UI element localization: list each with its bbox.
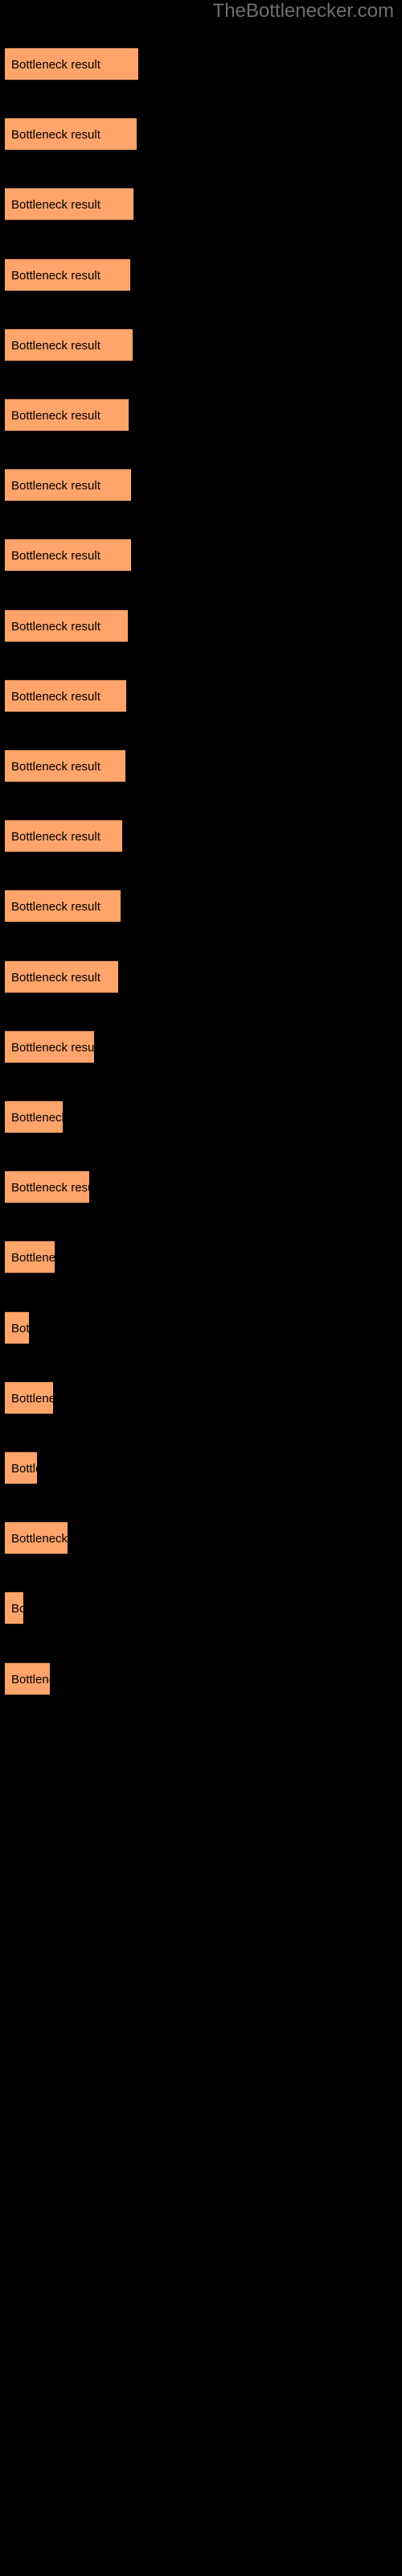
bar-label: Bottleneck result <box>11 760 100 774</box>
bar-bottleneck-result[interactable]: Bottleneck result <box>5 1451 37 1484</box>
bar-label: Bottleneck result <box>11 1111 63 1125</box>
bar-bottleneck-result[interactable]: Bottleneck result <box>5 1521 68 1555</box>
bar-bottleneck-result[interactable]: Bottleneck result <box>5 819 122 853</box>
bar-label: Bottleneck result <box>11 268 100 283</box>
bar-label: Bottleneck result <box>11 338 100 353</box>
bar-bottleneck-result[interactable]: Bottleneck result <box>5 47 138 80</box>
bar-label: Bottleneck result <box>11 1040 94 1055</box>
bar-label: Bottleneck result <box>11 1602 23 1616</box>
bar-label: Bottleneck result <box>11 1181 89 1195</box>
bar-label: Bottleneck result <box>11 479 100 493</box>
bar-label: Bottleneck result <box>11 409 100 423</box>
bar-label: Bottleneck result <box>11 689 100 704</box>
bar-bottleneck-result[interactable]: Bottleneck result <box>5 1030 94 1063</box>
bar-bottleneck-result[interactable]: Bottleneck result <box>5 398 129 431</box>
bar-label: Bottleneck result <box>11 1251 55 1265</box>
bar-bottleneck-result[interactable]: Bottleneck result <box>5 258 130 291</box>
bar-bottleneck-result[interactable]: Bottleneck result <box>5 188 133 221</box>
bar-bottleneck-result[interactable]: Bottleneck result <box>5 118 137 151</box>
bar-bottleneck-result[interactable]: Bottleneck result <box>5 1662 50 1695</box>
bar-label: Bottleneck result <box>11 1462 37 1476</box>
bar-bottleneck-result[interactable]: Bottleneck result <box>5 749 125 782</box>
bar-label: Bottleneck result <box>11 1321 29 1335</box>
bar-bottleneck-result[interactable]: Bottleneck result <box>5 1170 89 1204</box>
bar-label: Bottleneck result <box>11 1532 68 1546</box>
bar-bottleneck-result[interactable]: Bottleneck result <box>5 1381 53 1414</box>
bar-bottleneck-result[interactable]: Bottleneck result <box>5 1100 63 1133</box>
bar-label: Bottleneck result <box>11 198 100 213</box>
bar-label: Bottleneck result <box>11 900 100 914</box>
bar-bottleneck-result[interactable]: Bottleneck result <box>5 609 128 642</box>
bar-label: Bottleneck result <box>11 58 100 72</box>
bar-label: Bottleneck result <box>11 1672 50 1686</box>
bar-label: Bottleneck result <box>11 128 100 142</box>
bar-bottleneck-result[interactable]: Bottleneck result <box>5 1311 29 1344</box>
bar-label: Bottleneck result <box>11 970 100 985</box>
bar-label: Bottleneck result <box>11 1391 53 1406</box>
bar-bottleneck-result[interactable]: Bottleneck result <box>5 960 118 993</box>
bar-bottleneck-result[interactable]: Bottleneck result <box>5 1241 55 1274</box>
bar-bottleneck-result[interactable]: Bottleneck result <box>5 679 126 712</box>
bar-label: Bottleneck result <box>11 619 100 634</box>
bar-label: Bottleneck result <box>11 830 100 844</box>
bar-list: Bottleneck result Bottleneck result Bottle… <box>0 0 402 2576</box>
bar-label: Bottleneck result <box>11 549 100 564</box>
bar-bottleneck-result[interactable]: Bottleneck result <box>5 1591 23 1625</box>
bar-bottleneck-result[interactable]: Bottleneck result <box>5 539 131 572</box>
bar-bottleneck-result[interactable]: Bottleneck result <box>5 469 131 502</box>
bar-bottleneck-result[interactable]: Bottleneck result <box>5 328 133 361</box>
bar-bottleneck-result[interactable]: Bottleneck result <box>5 890 121 923</box>
bottleneck-chart: TheBottlenecker.com Bottleneck result Bot… <box>0 0 402 2576</box>
